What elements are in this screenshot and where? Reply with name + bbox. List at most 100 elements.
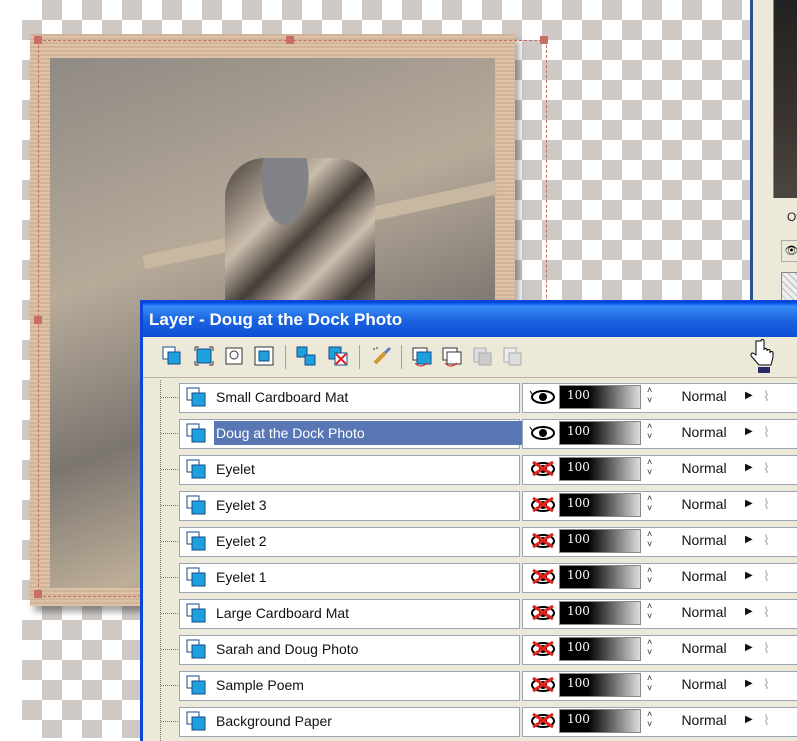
toolbar-separator	[359, 345, 360, 369]
blend-dropdown-icon[interactable]: ▶	[745, 566, 757, 586]
blend-dropdown-icon[interactable]: ▶	[745, 602, 757, 622]
layer-row[interactable]: Background Paper	[150, 704, 520, 740]
blend-dropdown-icon[interactable]: ▶	[745, 386, 757, 406]
layer-props-row: 100 ˄ ˅ Normal ▶ ⌇	[519, 668, 797, 704]
link-icon[interactable]: ⌇	[763, 494, 775, 514]
opacity-spinner[interactable]: ˄ ˅	[647, 421, 655, 443]
link-icon[interactable]: ⌇	[763, 530, 775, 550]
selection-handle[interactable]	[540, 36, 548, 44]
layer-name[interactable]: Small Cardboard Mat	[216, 389, 348, 405]
eye-hidden-icon[interactable]	[529, 640, 555, 656]
selection-handle[interactable]	[34, 590, 42, 598]
eye-hidden-icon[interactable]	[529, 568, 555, 584]
link-icon[interactable]: ⌇	[763, 458, 775, 478]
layer-row[interactable]: Eyelet	[150, 452, 520, 488]
adjust-layer-icon[interactable]	[441, 345, 463, 367]
blend-mode[interactable]: Normal	[667, 458, 741, 478]
link-icon[interactable]: ⌇	[763, 566, 775, 586]
opacity-spinner[interactable]: ˄ ˅	[647, 565, 655, 587]
palette-title[interactable]: Layer - Doug at the Dock Photo	[143, 303, 797, 337]
selection-handle[interactable]	[34, 316, 42, 324]
layer-row[interactable]: Eyelet 3	[150, 488, 520, 524]
opacity-spinner[interactable]: ˄ ˅	[647, 529, 655, 551]
link-icon[interactable]: ⌇	[763, 386, 775, 406]
blend-mode[interactable]: Normal	[667, 710, 741, 730]
opacity-spinner[interactable]: ˄ ˅	[647, 457, 655, 479]
layer-props-row: 100 ˄ ˅ Normal ▶ ⌇	[519, 452, 797, 488]
blend-dropdown-icon[interactable]: ▶	[745, 674, 757, 694]
link-icon[interactable]: ⌇	[763, 602, 775, 622]
blend-mode[interactable]: Normal	[667, 386, 741, 406]
selection-handle[interactable]	[34, 36, 42, 44]
opacity-value: 100	[567, 712, 590, 726]
layer-name[interactable]: Eyelet 3	[216, 497, 267, 513]
delete-layer-icon[interactable]	[327, 345, 349, 367]
layer-name[interactable]: Large Cardboard Mat	[216, 605, 349, 621]
blend-dropdown-icon[interactable]: ▶	[745, 530, 757, 550]
layer-name[interactable]: Sarah and Doug Photo	[216, 641, 358, 657]
blend-mode[interactable]: Normal	[667, 674, 741, 694]
selection-handle[interactable]	[286, 36, 294, 44]
disabled-layer-icon-2[interactable]	[501, 345, 523, 367]
brush-icon[interactable]	[371, 345, 393, 367]
eye-visible-icon[interactable]	[529, 424, 555, 440]
new-layer-icon[interactable]	[161, 345, 183, 367]
layer-row[interactable]: Eyelet 2	[150, 524, 520, 560]
layer-name[interactable]: Sample Poem	[216, 677, 304, 693]
eye-hidden-icon[interactable]	[529, 532, 555, 548]
layer-row[interactable]: Sarah and Doug Photo	[150, 632, 520, 668]
eye-hidden-icon[interactable]	[529, 604, 555, 620]
layer-name[interactable]: Eyelet 2	[216, 533, 267, 549]
blend-mode[interactable]: Normal	[667, 422, 741, 442]
blend-dropdown-icon[interactable]: ▶	[745, 422, 757, 442]
blend-dropdown-icon[interactable]: ▶	[745, 710, 757, 730]
blend-mode[interactable]: Normal	[667, 602, 741, 622]
blend-mode[interactable]: Normal	[667, 638, 741, 658]
layer-row[interactable]: Sample Poem	[150, 668, 520, 704]
opacity-spinner[interactable]: ˄ ˅	[647, 493, 655, 515]
toolbar-separator	[285, 345, 286, 369]
opacity-spinner[interactable]: ˄ ˅	[647, 673, 655, 695]
link-icon[interactable]: ⌇	[763, 638, 775, 658]
link-icon[interactable]: ⌇	[763, 710, 775, 730]
eye-icon[interactable]: 👁	[781, 240, 797, 262]
blend-mode[interactable]: Normal	[667, 494, 741, 514]
link-icon[interactable]: ⌇	[763, 674, 775, 694]
opacity-value: 100	[567, 604, 590, 618]
blend-mode[interactable]: Normal	[667, 530, 741, 550]
opacity-spinner[interactable]: ˄ ˅	[647, 601, 655, 623]
eye-hidden-icon[interactable]	[529, 460, 555, 476]
overview-preview	[773, 0, 797, 198]
blend-dropdown-icon[interactable]: ▶	[745, 638, 757, 658]
duplicate-layer-icon[interactable]	[295, 345, 317, 367]
opacity-spinner[interactable]: ˄ ˅	[647, 385, 655, 407]
layer-name[interactable]: Eyelet	[216, 461, 255, 477]
layer-row-selected[interactable]: Doug at the Dock Photo	[150, 416, 535, 452]
opacity-spinner[interactable]: ˄ ˅	[647, 709, 655, 731]
layer-row[interactable]: Large Cardboard Mat	[150, 596, 520, 632]
opacity-spinner[interactable]: ˄ ˅	[647, 637, 655, 659]
raster-layer-icon	[186, 567, 206, 587]
vector-layer-icon[interactable]	[411, 345, 433, 367]
merge-icon[interactable]	[253, 345, 275, 367]
layer-name[interactable]: Eyelet 1	[216, 569, 267, 585]
layer-properties-icon[interactable]	[193, 345, 215, 367]
eye-hidden-icon[interactable]	[529, 712, 555, 728]
raster-layer-icon	[186, 675, 206, 695]
layer-name[interactable]: Doug at the Dock Photo	[214, 421, 535, 445]
layer-row[interactable]: Small Cardboard Mat	[150, 380, 520, 416]
link-icon[interactable]: ⌇	[763, 422, 775, 442]
blend-dropdown-icon[interactable]: ▶	[745, 458, 757, 478]
opacity-value: 100	[567, 640, 590, 654]
mask-icon[interactable]	[223, 345, 245, 367]
eye-hidden-icon[interactable]	[529, 676, 555, 692]
left-frame	[0, 0, 22, 738]
disabled-layer-icon-1[interactable]	[471, 345, 493, 367]
opacity-value: 100	[567, 388, 590, 402]
eye-hidden-icon[interactable]	[529, 496, 555, 512]
blend-mode[interactable]: Normal	[667, 566, 741, 586]
blend-dropdown-icon[interactable]: ▶	[745, 494, 757, 514]
eye-visible-icon[interactable]	[529, 388, 555, 404]
layer-row[interactable]: Eyelet 1	[150, 560, 520, 596]
layer-name[interactable]: Background Paper	[216, 713, 332, 729]
